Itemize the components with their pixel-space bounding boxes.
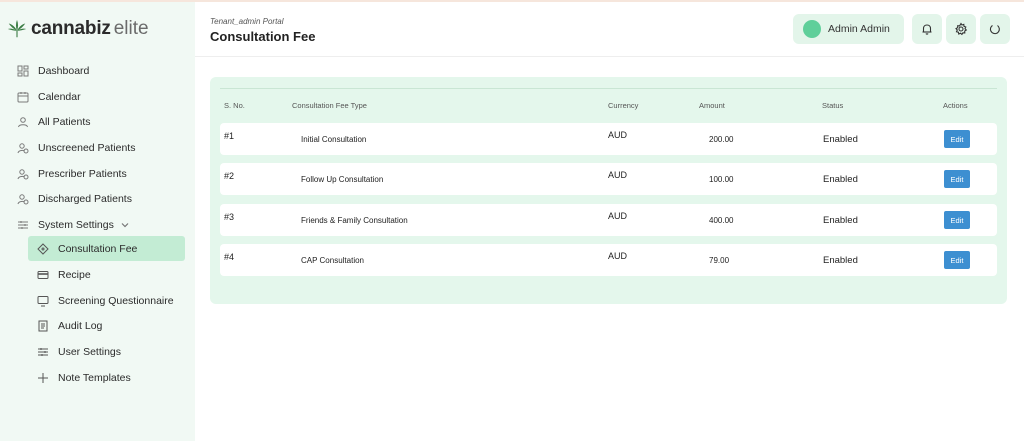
sidebar-subitem-label: Consultation Fee	[58, 242, 138, 255]
row-amount: 79.00	[709, 256, 730, 265]
table-top-divider	[220, 88, 997, 89]
table-row: #3 Friends & Family Consultation AUD 400…	[220, 204, 997, 236]
sidebar-item-label: All Patients	[38, 116, 91, 128]
column-header-status: Status	[822, 101, 844, 110]
power-icon	[989, 25, 1000, 35]
brand-name-bold: cannabiz	[31, 18, 111, 39]
row-serial-number: #1	[224, 131, 235, 141]
sidebar-item-label: Dashboard	[38, 65, 90, 77]
sidebar-subitem-label: Audit Log	[58, 319, 103, 332]
row-status: Enabled	[823, 174, 858, 185]
user-icon	[16, 115, 30, 129]
tag-icon	[36, 242, 50, 256]
column-header-sno: S. No.	[224, 101, 245, 110]
row-serial-number: #4	[224, 252, 235, 262]
sidebar-item-label: Prescriber Patients	[38, 168, 127, 180]
consultation-fee-table-card: S. No. Consultation Fee Type Currency Am…	[210, 77, 1007, 304]
sliders-icon	[36, 345, 50, 359]
dashboard-icon	[16, 64, 30, 78]
sidebar-item-calendar[interactable]: Calendar	[16, 86, 81, 108]
edit-button[interactable]: Edit	[944, 251, 970, 269]
sidebar-item-all-patients[interactable]: All Patients	[16, 111, 91, 133]
sidebar-subitem-consultation-fee[interactable]: Consultation Fee	[28, 236, 185, 261]
table-row: #2 Follow Up Consultation AUD 100.00 Ena…	[220, 163, 997, 195]
row-status: Enabled	[823, 134, 858, 145]
row-currency: AUD	[608, 211, 628, 221]
row-amount: 100.00	[709, 175, 734, 184]
sidebar-subitem-note-templates[interactable]: Note Templates	[28, 365, 185, 390]
sidebar-item-dashboard[interactable]: Dashboard	[16, 60, 89, 82]
sidebar-subitem-user-settings[interactable]: User Settings	[28, 339, 185, 364]
logout-button[interactable]	[980, 14, 1010, 44]
sidebar-item-label: Discharged Patients	[38, 193, 132, 205]
sidebar-subitem-label: Note Templates	[58, 371, 131, 384]
table-row: #4 CAP Consultation AUD 79.00 Enabled Ed…	[220, 244, 997, 276]
table-row: #1 Initial Consultation AUD 200.00 Enabl…	[220, 123, 997, 155]
sidebar: cannabiz elite Dashboard Calendar All Pa…	[0, 2, 195, 441]
row-fee-type: Follow Up Consultation	[301, 175, 384, 184]
sidebar-item-unscreened-patients[interactable]: Unscreened Patients	[16, 137, 135, 159]
row-amount: 200.00	[709, 135, 734, 144]
monitor-icon	[36, 294, 50, 308]
bell-icon	[922, 24, 932, 35]
row-fee-type: CAP Consultation	[301, 256, 364, 265]
user-menu[interactable]: Admin Admin	[793, 14, 904, 44]
notifications-button[interactable]	[912, 14, 942, 44]
row-fee-type: Initial Consultation	[301, 135, 367, 144]
row-serial-number: #3	[224, 212, 235, 222]
row-currency: AUD	[608, 251, 628, 261]
page-title: Consultation Fee	[210, 29, 316, 44]
row-fee-type: Friends & Family Consultation	[301, 216, 408, 225]
row-currency: AUD	[608, 170, 628, 180]
column-header-actions: Actions	[943, 101, 968, 110]
user-clock-icon	[16, 141, 30, 155]
edit-button[interactable]: Edit	[944, 211, 970, 229]
user-clock-icon	[16, 167, 30, 181]
sidebar-subitem-label: Recipe	[58, 268, 91, 281]
portal-label: Tenant_admin Portal	[210, 17, 284, 26]
chevron-down-icon	[120, 220, 130, 230]
card-icon	[36, 268, 50, 282]
gear-icon	[955, 22, 968, 36]
leaf-logo-icon	[7, 19, 27, 38]
sidebar-subitem-recipe[interactable]: Recipe	[28, 262, 185, 287]
settings-button[interactable]	[946, 14, 976, 44]
sidebar-item-label: Calendar	[38, 91, 81, 103]
calendar-icon	[16, 90, 30, 104]
top-header: Tenant_admin Portal Consultation Fee Adm…	[195, 2, 1024, 57]
brand-name-light: elite	[113, 18, 149, 39]
sidebar-subitem-label: User Settings	[58, 345, 122, 358]
avatar	[803, 20, 821, 38]
edit-button[interactable]: Edit	[944, 170, 970, 188]
row-currency: AUD	[608, 130, 628, 140]
row-status: Enabled	[823, 255, 858, 266]
user-name: Admin Admin	[828, 23, 890, 35]
edit-button[interactable]: Edit	[944, 130, 970, 148]
sidebar-item-prescriber-patients[interactable]: Prescriber Patients	[16, 163, 127, 185]
document-icon	[36, 319, 50, 333]
row-serial-number: #2	[224, 171, 235, 181]
brand-logo[interactable]: cannabiz elite	[6, 14, 149, 44]
column-header-type: Consultation Fee Type	[292, 101, 367, 110]
sidebar-item-label: Unscreened Patients	[38, 142, 136, 154]
plus-icon	[36, 371, 50, 385]
sliders-icon	[16, 218, 30, 232]
column-header-amount: Amount	[699, 101, 725, 110]
sidebar-subitem-label: Screening Questionnaire	[58, 294, 174, 307]
sidebar-item-label: System Settings	[38, 219, 114, 231]
sidebar-item-discharged-patients[interactable]: Discharged Patients	[16, 188, 132, 210]
row-amount: 400.00	[709, 216, 734, 225]
column-header-currency: Currency	[608, 101, 639, 110]
user-clock-icon	[16, 192, 30, 206]
sidebar-subitem-screening-questionnaire[interactable]: Screening Questionnaire	[28, 288, 185, 313]
sidebar-subitem-audit-log[interactable]: Audit Log	[28, 313, 185, 338]
sidebar-item-system-settings[interactable]: System Settings	[16, 214, 130, 236]
row-status: Enabled	[823, 215, 858, 226]
